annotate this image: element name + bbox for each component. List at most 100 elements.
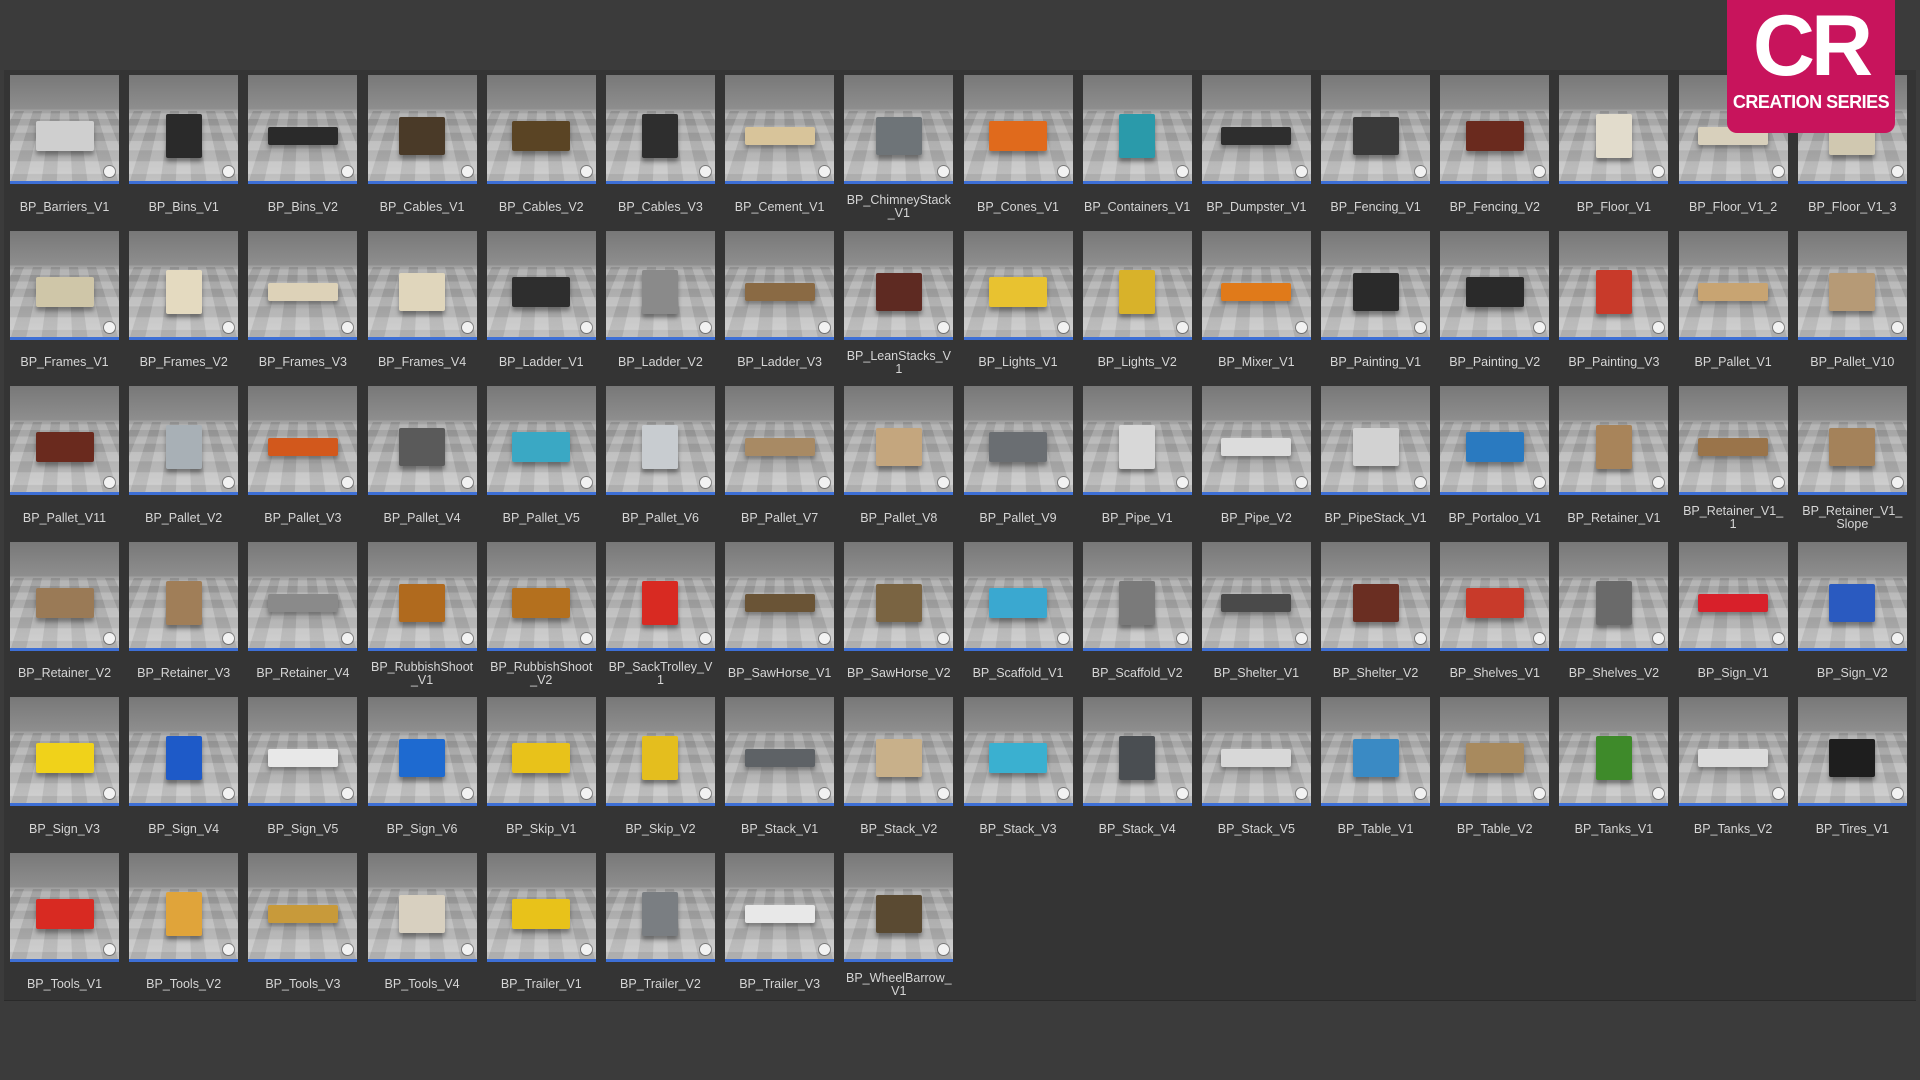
asset-tile[interactable]: BP_Sign_V4 <box>129 697 239 853</box>
asset-thumbnail[interactable] <box>605 386 715 495</box>
asset-tile[interactable]: BP_Trailer_V1 <box>486 852 596 1009</box>
asset-thumbnail[interactable] <box>367 852 477 962</box>
asset-thumbnail[interactable] <box>1440 230 1550 340</box>
asset-thumbnail[interactable] <box>486 386 596 495</box>
asset-tile[interactable]: BP_Retainer_V1_1 <box>1678 386 1788 542</box>
asset-thumbnail[interactable] <box>1559 75 1669 184</box>
asset-thumbnail[interactable] <box>10 75 119 184</box>
asset-tile[interactable]: BP_Tires_V1 <box>1797 697 1907 853</box>
asset-tile[interactable]: BP_Pallet_V6 <box>605 386 715 542</box>
asset-thumbnail[interactable] <box>1678 230 1788 340</box>
asset-thumbnail[interactable] <box>725 386 835 495</box>
asset-thumbnail[interactable] <box>248 75 358 184</box>
asset-tile[interactable]: BP_Retainer_V1 <box>1559 386 1669 542</box>
asset-tile[interactable]: BP_Shelves_V2 <box>1559 541 1669 698</box>
asset-thumbnail[interactable] <box>1201 75 1311 184</box>
asset-thumbnail[interactable] <box>486 75 596 184</box>
asset-tile[interactable]: BP_SawHorse_V1 <box>725 541 835 698</box>
asset-thumbnail[interactable] <box>1321 697 1431 806</box>
asset-tile[interactable]: BP_Retainer_V1_Slope <box>1797 386 1907 542</box>
asset-tile[interactable]: BP_Painting_V3 <box>1559 230 1669 387</box>
asset-thumbnail[interactable] <box>1321 230 1431 340</box>
asset-tile[interactable]: BP_Scaffold_V2 <box>1082 541 1192 698</box>
asset-thumbnail[interactable] <box>248 230 358 340</box>
asset-thumbnail[interactable] <box>1797 230 1907 340</box>
asset-thumbnail[interactable] <box>1082 697 1192 806</box>
asset-thumbnail[interactable] <box>367 386 477 495</box>
asset-thumbnail[interactable] <box>605 852 715 962</box>
asset-thumbnail[interactable] <box>367 75 477 184</box>
asset-tile[interactable]: BP_Lights_V1 <box>963 230 1073 387</box>
asset-tile[interactable]: BP_Table_V1 <box>1321 697 1431 853</box>
asset-tile[interactable]: BP_Painting_V2 <box>1440 230 1550 387</box>
asset-tile[interactable]: BP_Pallet_V10 <box>1797 230 1907 387</box>
asset-tile[interactable]: BP_Frames_V4 <box>367 230 477 387</box>
asset-tile[interactable]: BP_Sign_V3 <box>10 697 119 853</box>
asset-thumbnail[interactable] <box>248 852 358 962</box>
asset-thumbnail[interactable] <box>1678 541 1788 651</box>
asset-thumbnail[interactable] <box>1321 541 1431 651</box>
asset-thumbnail[interactable] <box>129 852 239 962</box>
asset-thumbnail[interactable] <box>1321 386 1431 495</box>
asset-thumbnail[interactable] <box>1440 541 1550 651</box>
asset-thumbnail[interactable] <box>486 852 596 962</box>
asset-thumbnail[interactable] <box>1082 386 1192 495</box>
asset-tile[interactable]: BP_Painting_V1 <box>1321 230 1431 387</box>
asset-tile[interactable]: BP_Shelter_V1 <box>1201 541 1311 698</box>
asset-thumbnail[interactable] <box>1559 541 1669 651</box>
asset-tile[interactable]: BP_Fencing_V2 <box>1440 75 1550 231</box>
asset-tile[interactable]: BP_Barriers_V1 <box>10 75 119 231</box>
asset-thumbnail[interactable] <box>367 697 477 806</box>
asset-tile[interactable]: BP_Stack_V2 <box>844 697 954 853</box>
asset-thumbnail[interactable] <box>1321 75 1431 184</box>
asset-thumbnail[interactable] <box>605 541 715 651</box>
asset-thumbnail[interactable] <box>1201 386 1311 495</box>
asset-tile[interactable]: BP_Pipe_V2 <box>1201 386 1311 542</box>
asset-tile[interactable]: BP_Pallet_V4 <box>367 386 477 542</box>
asset-thumbnail[interactable] <box>129 697 239 806</box>
asset-thumbnail[interactable] <box>10 852 119 962</box>
asset-thumbnail[interactable] <box>963 230 1073 340</box>
asset-tile[interactable]: BP_Fencing_V1 <box>1321 75 1431 231</box>
asset-tile[interactable]: BP_Cables_V3 <box>605 75 715 231</box>
asset-thumbnail[interactable] <box>963 697 1073 806</box>
asset-tile[interactable]: BP_Retainer_V3 <box>129 541 239 698</box>
asset-tile[interactable]: BP_Mixer_V1 <box>1201 230 1311 387</box>
asset-tile[interactable]: BP_Lights_V2 <box>1082 230 1192 387</box>
asset-thumbnail[interactable] <box>486 230 596 340</box>
asset-thumbnail[interactable] <box>1440 75 1550 184</box>
asset-tile[interactable]: BP_LeanStacks_V1 <box>844 230 954 387</box>
asset-tile[interactable]: BP_Cables_V2 <box>486 75 596 231</box>
asset-tile[interactable]: BP_Tools_V1 <box>10 852 119 1009</box>
asset-thumbnail[interactable] <box>1440 386 1550 495</box>
asset-thumbnail[interactable] <box>486 541 596 651</box>
asset-thumbnail[interactable] <box>844 386 954 495</box>
asset-tile[interactable]: BP_Ladder_V1 <box>486 230 596 387</box>
asset-tile[interactable]: BP_Dumpster_V1 <box>1201 75 1311 231</box>
asset-thumbnail[interactable] <box>725 697 835 806</box>
asset-tile[interactable]: BP_Retainer_V4 <box>248 541 358 698</box>
asset-tile[interactable]: BP_Cement_V1 <box>725 75 835 231</box>
asset-tile[interactable]: BP_Pallet_V8 <box>844 386 954 542</box>
asset-tile[interactable]: BP_Trailer_V3 <box>725 852 835 1009</box>
asset-thumbnail[interactable] <box>844 852 954 962</box>
asset-tile[interactable]: BP_Shelves_V1 <box>1440 541 1550 698</box>
asset-tile[interactable]: BP_Retainer_V2 <box>10 541 119 698</box>
asset-thumbnail[interactable] <box>248 541 358 651</box>
asset-thumbnail[interactable] <box>10 230 119 340</box>
asset-tile[interactable]: BP_Tools_V3 <box>248 852 358 1009</box>
asset-tile[interactable]: BP_Pallet_V3 <box>248 386 358 542</box>
asset-thumbnail[interactable] <box>844 230 954 340</box>
asset-thumbnail[interactable] <box>129 541 239 651</box>
asset-tile[interactable]: BP_Sign_V1 <box>1678 541 1788 698</box>
asset-tile[interactable]: BP_Bins_V1 <box>129 75 239 231</box>
asset-thumbnail[interactable] <box>248 386 358 495</box>
asset-tile[interactable]: BP_Containers_V1 <box>1082 75 1192 231</box>
asset-tile[interactable]: BP_Cables_V1 <box>367 75 477 231</box>
asset-thumbnail[interactable] <box>10 541 119 651</box>
asset-thumbnail[interactable] <box>963 75 1073 184</box>
asset-thumbnail[interactable] <box>844 75 954 184</box>
asset-tile[interactable]: BP_Tools_V4 <box>367 852 477 1009</box>
asset-tile[interactable]: BP_Frames_V1 <box>10 230 119 387</box>
asset-tile[interactable]: BP_Table_V2 <box>1440 697 1550 853</box>
